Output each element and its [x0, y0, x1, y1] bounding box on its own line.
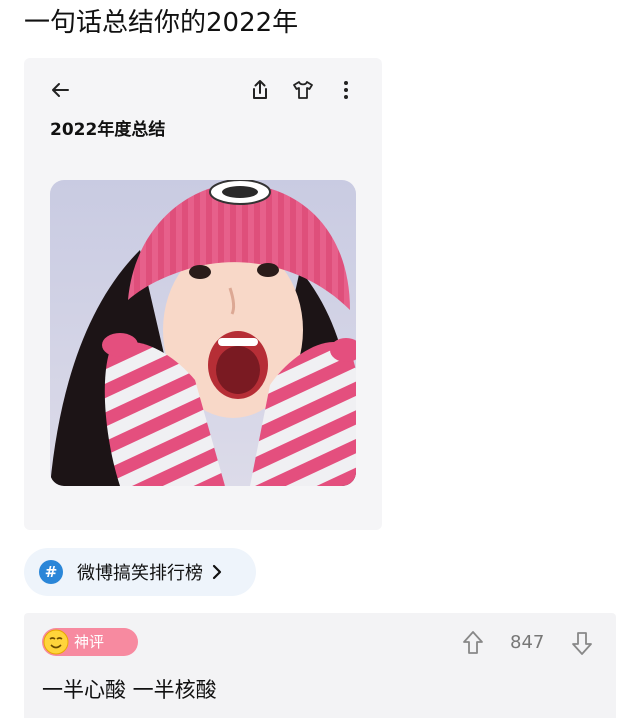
back-arrow-icon[interactable]	[46, 76, 74, 104]
chevron-right-icon	[211, 564, 223, 580]
topic-label: 微博搞笑排行榜	[77, 563, 203, 584]
tshirt-icon[interactable]	[289, 76, 317, 104]
girl-in-pink-hat-photo	[50, 180, 356, 486]
hashtag-icon: #	[39, 560, 63, 584]
embedded-card: 2022年度总结	[24, 58, 382, 530]
topic-link[interactable]: # 微博搞笑排行榜	[24, 548, 256, 596]
more-icon[interactable]	[332, 76, 360, 104]
share-icon[interactable]	[246, 76, 274, 104]
upvote-icon[interactable]	[461, 630, 485, 660]
vote-count: 847	[510, 632, 545, 653]
smile-face-icon	[43, 629, 69, 655]
comment-text: 一半心酸 一半核酸	[42, 678, 217, 702]
downvote-icon[interactable]	[570, 630, 594, 660]
post-title: 一句话总结你的2022年	[24, 8, 299, 38]
badge-label: 神评	[74, 633, 105, 651]
god-comment-badge: 神评	[42, 628, 138, 656]
top-comment: 神评 847 一半心酸 一半核酸	[24, 613, 616, 718]
card-title: 2022年度总结	[50, 120, 166, 140]
